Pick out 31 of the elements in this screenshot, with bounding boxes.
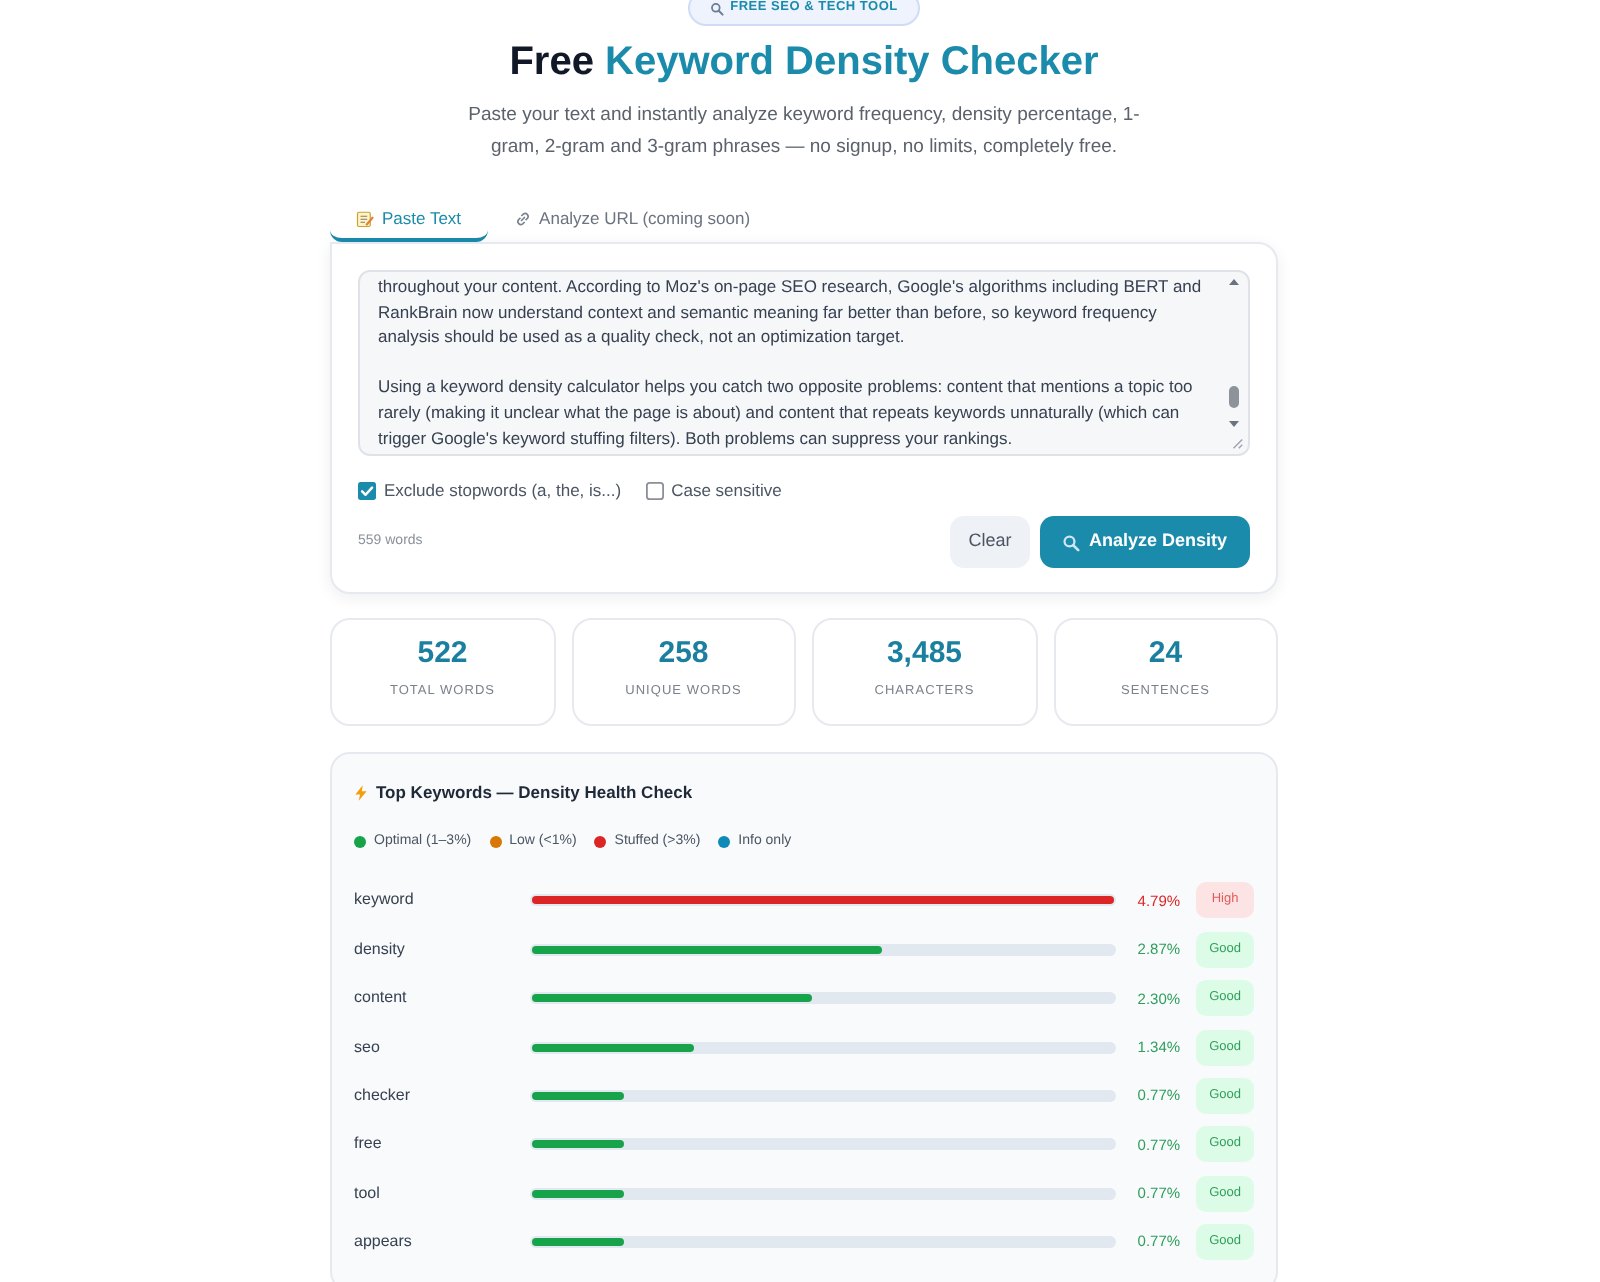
keyword-label: content [354,986,409,1011]
lightning-icon [354,783,368,802]
text-input[interactable]: throughout your content. According to Moz's on-page SEO research, Google's algorithms including BERT and RankBrain now understand context and semantic meaning far better than before, so keyword frequency analysis should be used as a quality check, not an optimization target. Using a keyword density calculator helps you catch two opposite problems: content that mentions a topic too rarely (making it unclear what the page is about) and content that repeats keywords unnaturally (which can trigger Google's keyword stuffing filters). Both problems can suppress your rankings. [358,270,1250,457]
checkbox[interactable] [358,481,376,500]
keyword-label: density [354,937,407,962]
stat-value: 24 [1148,636,1183,673]
stat-value: 3,485 [886,636,963,673]
stat-value: 522 [417,636,468,673]
keyword-label: tool [354,1181,382,1206]
page-subtitle: Paste your text and instantly analyze keyword frequency, density percentage, 1-gram, 2-gram and 3-gram phrases — no signup, no limits, completely free. [466,102,1142,162]
checkbox-label[interactable]: Exclude stopwords (a, the, is...) [384,477,622,504]
keyword-label: free [354,1132,384,1157]
search-icon [1062,533,1081,552]
link-icon [513,209,532,227]
title-highlight: Keyword Density Checker [605,40,1099,84]
search-icon [710,1,725,15]
panel-title: Top Keywords — Density Health Check [376,779,693,806]
analyze-button[interactable]: Analyze Density [1040,516,1250,569]
checkbox[interactable] [645,481,664,500]
keyword-label: appears [354,1230,414,1255]
scrollbar-drawing[interactable] [1226,276,1242,432]
title-text: Free [509,40,594,84]
keyword-label: checker [354,1083,413,1108]
notepad-icon [356,209,374,227]
keyword-label: seo [354,1035,382,1060]
resize-handle-icon[interactable] [1230,436,1244,451]
stat-value: 258 [658,636,709,673]
tab[interactable]: Analyze URL (coming soon) [487,198,777,242]
checkbox-label[interactable]: Case sensitive [671,477,782,504]
keyword-label: keyword [354,888,416,913]
clear-button[interactable]: Clear [950,516,1030,569]
